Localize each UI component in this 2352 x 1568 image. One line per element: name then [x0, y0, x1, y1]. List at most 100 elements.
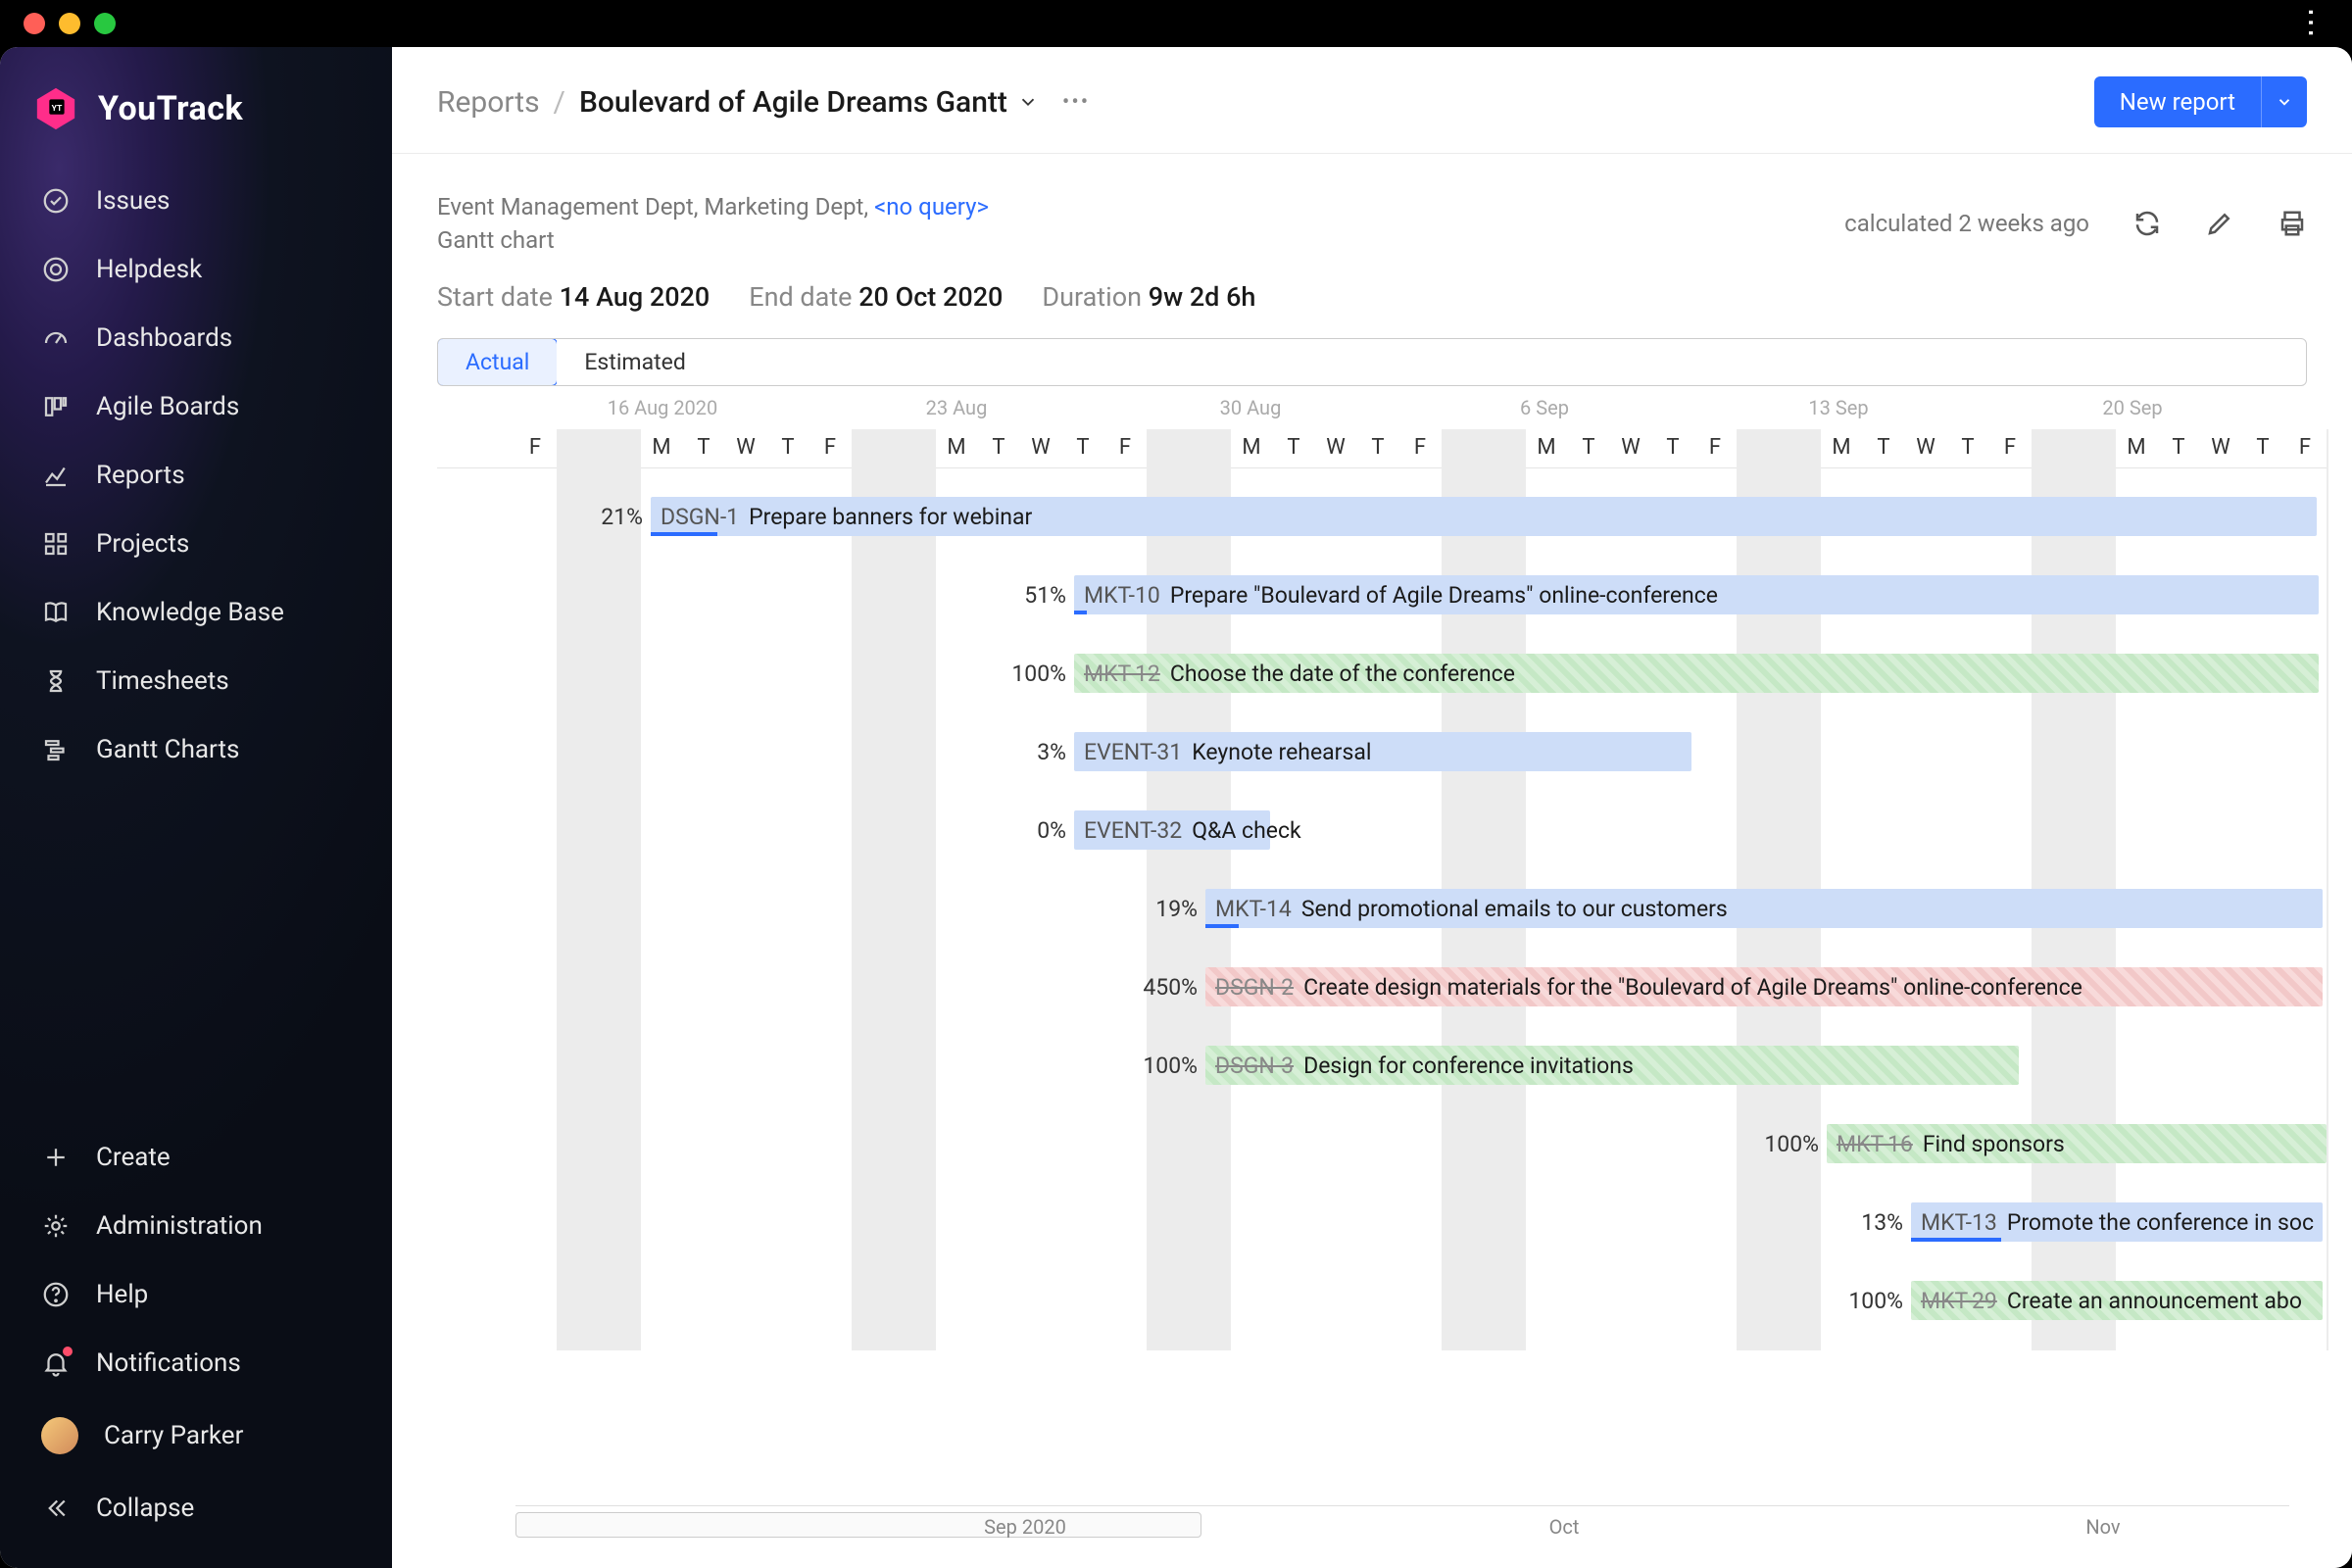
sidebar-item-projects[interactable]: Projects — [18, 512, 374, 576]
day-label: F — [2299, 435, 2311, 460]
nav-primary: Issues Helpdesk Dashboards Agile Boards … — [0, 169, 392, 782]
segment-actual[interactable]: Actual — [437, 338, 558, 386]
svg-text:YT: YT — [52, 104, 63, 114]
timeline-overview-scrollbar[interactable]: Sep 2020 Oct Nov — [515, 1505, 2289, 1544]
gear-icon — [41, 1211, 71, 1241]
edit-icon[interactable] — [2205, 209, 2234, 238]
window-maximize-button[interactable] — [94, 13, 116, 34]
refresh-icon[interactable] — [2132, 209, 2162, 238]
breadcrumb-separator: / — [554, 85, 565, 120]
week-label: 20 Sep — [2102, 396, 2162, 419]
gantt-chart[interactable]: 16 Aug 202023 Aug30 Aug6 Sep13 Sep20 Sep… — [437, 396, 2328, 1568]
day-label: W — [1031, 435, 1051, 460]
gantt-task-bar[interactable]: MKT-29Create an announcement abo — [1911, 1281, 2323, 1320]
gantt-task-bar[interactable]: DSGN-3Design for conference invitations — [1205, 1046, 2019, 1085]
task-title: Find sponsors — [1923, 1131, 2065, 1157]
sidebar-item-knowledge-base[interactable]: Knowledge Base — [18, 580, 374, 645]
day-label: W — [2211, 435, 2230, 460]
avatar — [41, 1417, 78, 1454]
sidebar-item-gantt-charts[interactable]: Gantt Charts — [18, 717, 374, 782]
sidebar-item-administration[interactable]: Administration — [18, 1194, 374, 1258]
weekend-column — [852, 429, 894, 468]
sidebar-item-reports[interactable]: Reports — [18, 443, 374, 508]
context-line: Event Management Dept, Marketing Dept, <… — [437, 193, 989, 220]
plus-icon — [41, 1143, 71, 1172]
task-progress-percent: 100% — [1829, 1288, 1903, 1314]
gantt-task-bar[interactable]: EVENT-32Q&A check — [1074, 810, 1270, 850]
task-progress-indicator — [1911, 1238, 2001, 1242]
weekend-column — [1737, 429, 1779, 468]
week-label: 23 Aug — [926, 396, 988, 419]
gantt-task-row: 3%EVENT-31Keynote rehearsal — [437, 727, 2328, 776]
task-progress-percent: 19% — [1123, 896, 1198, 922]
window-close-button[interactable] — [24, 13, 45, 34]
task-progress-percent: 100% — [992, 661, 1066, 687]
task-progress-percent: 450% — [1123, 974, 1198, 1001]
task-title: Create design materials for the "Bouleva… — [1303, 974, 2082, 1001]
day-label: W — [1916, 435, 1936, 460]
new-report-button[interactable]: New report — [2094, 76, 2261, 127]
week-label: 13 Sep — [1808, 396, 1868, 419]
timeline-week-labels: 16 Aug 202023 Aug30 Aug6 Sep13 Sep20 Sep — [437, 396, 2328, 429]
brand-name: YouTrack — [98, 89, 243, 128]
task-id: EVENT-32 — [1084, 817, 1182, 844]
gantt-task-row: 100% MKT-12Choose the date of the confere… — [437, 649, 2328, 698]
sidebar-item-label: Administration — [96, 1211, 263, 1241]
breadcrumb-current[interactable]: Boulevard of Agile Dreams Gantt — [579, 85, 1039, 120]
gantt-task-row: 450% DSGN-2Create design materials for th… — [437, 962, 2328, 1011]
query-link[interactable]: <no query> — [874, 193, 989, 220]
sidebar: YT YouTrack Issues Helpdesk Dashboards — [0, 47, 392, 1568]
hourglass-icon — [41, 666, 71, 696]
chart-type-label: Gantt chart — [437, 226, 989, 254]
sidebar-item-helpdesk[interactable]: Helpdesk — [18, 237, 374, 302]
gantt-task-bar[interactable]: MKT-12Choose the date of the conference — [1074, 654, 2319, 693]
gantt-task-bar[interactable]: MKT-10Prepare "Boulevard of Agile Dreams… — [1074, 575, 2319, 614]
bell-icon — [41, 1348, 71, 1378]
sidebar-item-user[interactable]: Carry Parker — [18, 1399, 374, 1472]
gantt-task-bar[interactable]: EVENT-31Keynote rehearsal — [1074, 732, 1691, 771]
gantt-task-bar[interactable]: DSGN-1Prepare banners for webinar — [651, 497, 2317, 536]
sidebar-item-dashboards[interactable]: Dashboards — [18, 306, 374, 370]
task-title: Keynote rehearsal — [1192, 739, 1371, 765]
task-title: Choose the date of the conference — [1170, 661, 1515, 687]
scrollbar-thumb[interactable] — [515, 1512, 1201, 1538]
day-label: T — [2172, 435, 2184, 460]
help-icon — [41, 1280, 71, 1309]
task-id: MKT-13 — [1921, 1209, 1997, 1236]
breadcrumb-root[interactable]: Reports — [437, 85, 540, 120]
gantt-task-bar[interactable]: MKT-14Send promotional emails to our cus… — [1205, 889, 2323, 928]
gantt-task-bar[interactable]: DSGN-2Create design materials for the "B… — [1205, 967, 2323, 1006]
gantt-task-bar[interactable]: MKT-13Promote the conference in soc — [1911, 1202, 2323, 1242]
sidebar-item-create[interactable]: Create — [18, 1125, 374, 1190]
day-label: W — [1326, 435, 1346, 460]
window-titlebar: ⋯ — [0, 0, 2352, 47]
print-icon[interactable] — [2278, 209, 2307, 238]
day-label: F — [1119, 435, 1131, 460]
sidebar-item-label: Knowledge Base — [96, 598, 284, 627]
sidebar-item-help[interactable]: Help — [18, 1262, 374, 1327]
task-progress-percent: 100% — [1123, 1053, 1198, 1079]
day-label: F — [529, 435, 541, 460]
segment-estimated[interactable]: Estimated — [557, 339, 712, 385]
day-label: T — [992, 435, 1004, 460]
new-report-dropdown-button[interactable] — [2261, 76, 2307, 127]
sidebar-item-notifications[interactable]: Notifications — [18, 1331, 374, 1396]
day-label: T — [697, 435, 710, 460]
more-actions-icon[interactable]: ••• — [1062, 90, 1090, 115]
sidebar-item-agile-boards[interactable]: Agile Boards — [18, 374, 374, 439]
weekend-column — [1147, 429, 1189, 468]
brand[interactable]: YT YouTrack — [0, 74, 392, 169]
sidebar-item-collapse[interactable]: Collapse — [18, 1476, 374, 1541]
overview-month-label: Sep 2020 — [984, 1515, 1066, 1539]
board-icon — [41, 392, 71, 421]
sidebar-item-issues[interactable]: Issues — [18, 169, 374, 233]
main-content: Reports / Boulevard of Agile Dreams Gant… — [392, 47, 2352, 1568]
youtrack-logo-icon: YT — [33, 86, 78, 131]
collapse-icon — [41, 1494, 71, 1523]
day-label: M — [947, 435, 965, 460]
gantt-task-bar[interactable]: MKT-16Find sponsors — [1827, 1124, 2327, 1163]
sidebar-item-label: Timesheets — [96, 666, 229, 696]
sidebar-item-label: Issues — [96, 186, 170, 216]
window-minimize-button[interactable] — [59, 13, 80, 34]
sidebar-item-timesheets[interactable]: Timesheets — [18, 649, 374, 713]
